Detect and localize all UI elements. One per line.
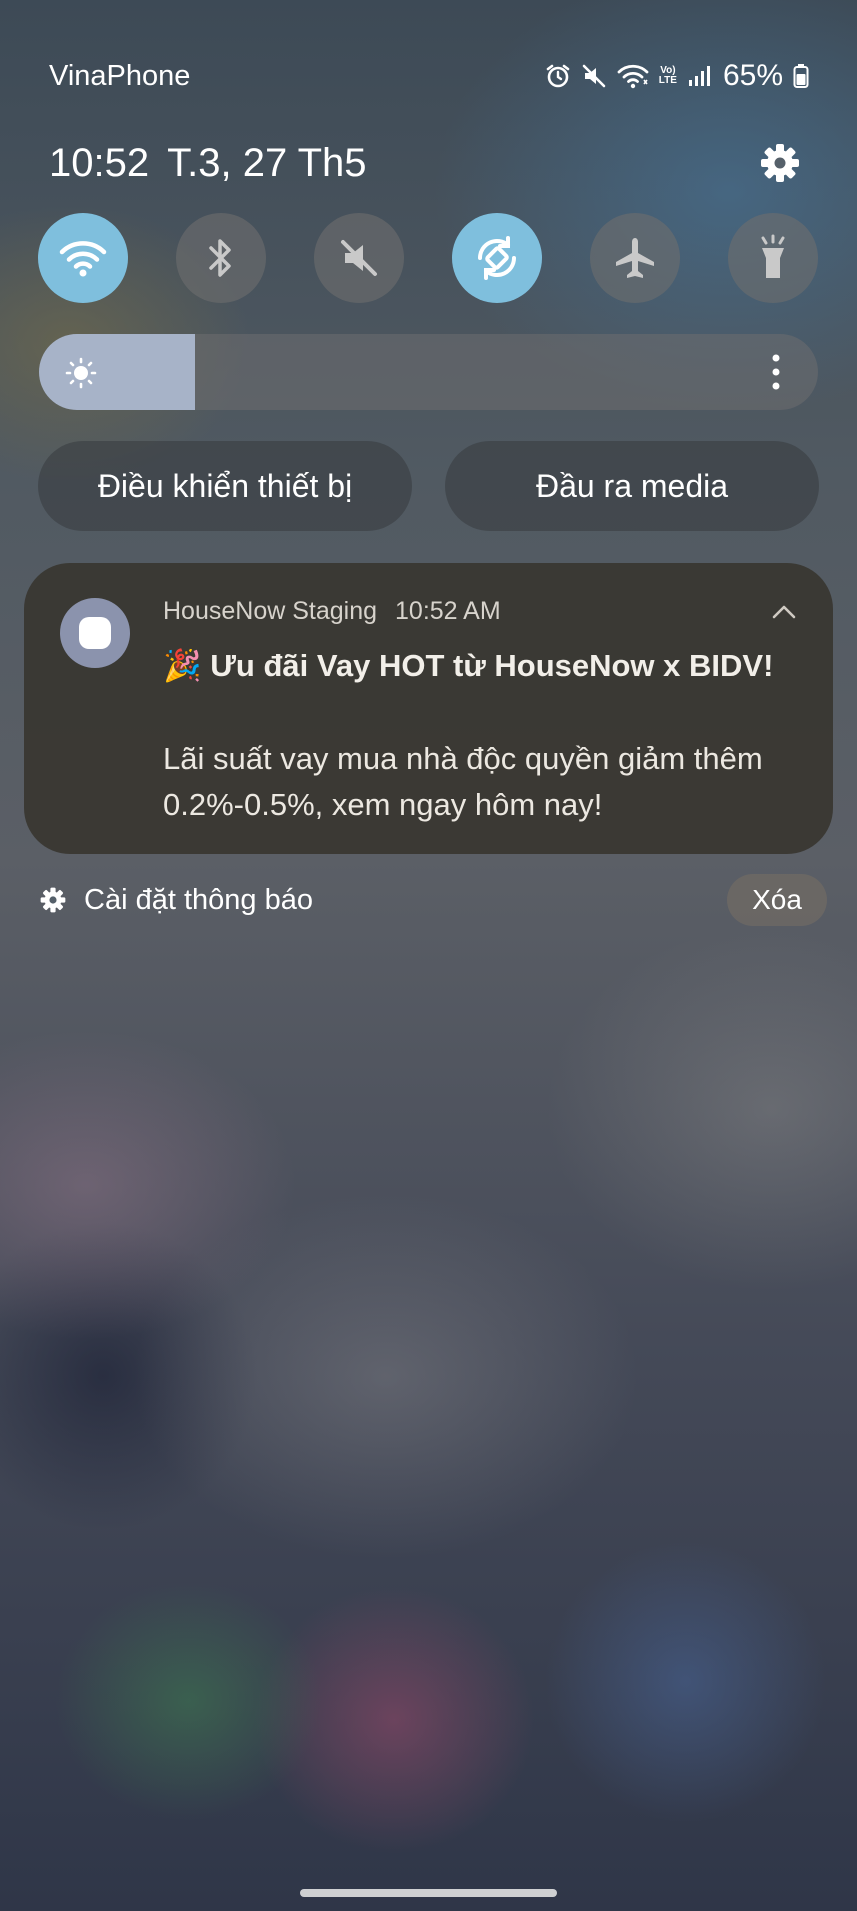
datetime: 10:52 T.3, 27 Th5	[49, 140, 385, 186]
alarm-icon	[545, 63, 571, 89]
wifi-icon	[59, 241, 107, 277]
brightness-slider[interactable]	[39, 334, 818, 410]
more-vert-icon	[772, 354, 780, 390]
notification-settings-label: Cài đặt thông báo	[84, 883, 313, 916]
notification-header: HouseNow Staging 10:52 AM	[163, 595, 501, 627]
clear-button[interactable]: Xóa	[727, 874, 827, 926]
mute-icon	[341, 240, 377, 276]
status-icons: Vo) LTE 65%	[545, 56, 809, 96]
volte-icon: Vo) LTE	[659, 66, 677, 86]
airplane-icon	[616, 238, 654, 278]
carrier-name: VinaPhone	[49, 60, 191, 92]
flashlight-tile[interactable]	[728, 213, 818, 303]
rotate-icon	[477, 236, 517, 280]
sun-icon	[65, 357, 97, 389]
app-icon-glyph	[79, 617, 111, 649]
clock-time: 10:52	[49, 141, 150, 185]
device-control-button[interactable]: Điều khiển thiết bị	[38, 441, 412, 531]
notification-settings-link[interactable]: Cài đặt thông báo	[40, 880, 313, 920]
notification-title: 🎉 Ưu đãi Vay HOT từ HouseNow x BIDV!	[163, 648, 774, 683]
gear-icon	[761, 144, 799, 182]
collapse-button[interactable]	[769, 597, 799, 627]
brightness-more-button[interactable]	[756, 352, 796, 392]
wifi-tile[interactable]	[38, 213, 128, 303]
wifi-icon	[617, 63, 649, 89]
quick-settings-tiles	[38, 213, 819, 303]
date-label: T.3, 27 Th5	[167, 141, 367, 185]
airplane-tile[interactable]	[590, 213, 680, 303]
notification-app-name: HouseNow Staging	[163, 597, 378, 625]
status-bar: VinaPhone Vo) LTE 65%	[0, 56, 857, 96]
gear-icon	[40, 887, 66, 913]
brightness-fill	[39, 334, 195, 410]
rotate-tile[interactable]	[452, 213, 542, 303]
battery-percent: 65%	[722, 59, 783, 92]
bluetooth-tile[interactable]	[176, 213, 266, 303]
mute-icon	[581, 63, 607, 89]
bluetooth-icon	[209, 239, 231, 277]
volte-bottom-label: LTE	[658, 75, 677, 86]
app-icon	[60, 598, 130, 668]
notification-body: Lãi suất vay mua nhà độc quyền giảm thêm…	[163, 741, 763, 822]
notification-time: 10:52 AM	[395, 597, 501, 625]
settings-button[interactable]	[757, 140, 803, 186]
signal-icon	[687, 64, 711, 88]
notification-card[interactable]: HouseNow Staging 10:52 AM 🎉 Ưu đãi Vay HO…	[24, 563, 833, 854]
battery-icon	[793, 63, 809, 89]
media-output-button[interactable]: Đầu ra media	[445, 441, 819, 531]
flashlight-icon	[761, 234, 785, 278]
sound-tile[interactable]	[314, 213, 404, 303]
chevron-up-icon	[772, 605, 796, 619]
home-indicator[interactable]	[300, 1889, 557, 1897]
